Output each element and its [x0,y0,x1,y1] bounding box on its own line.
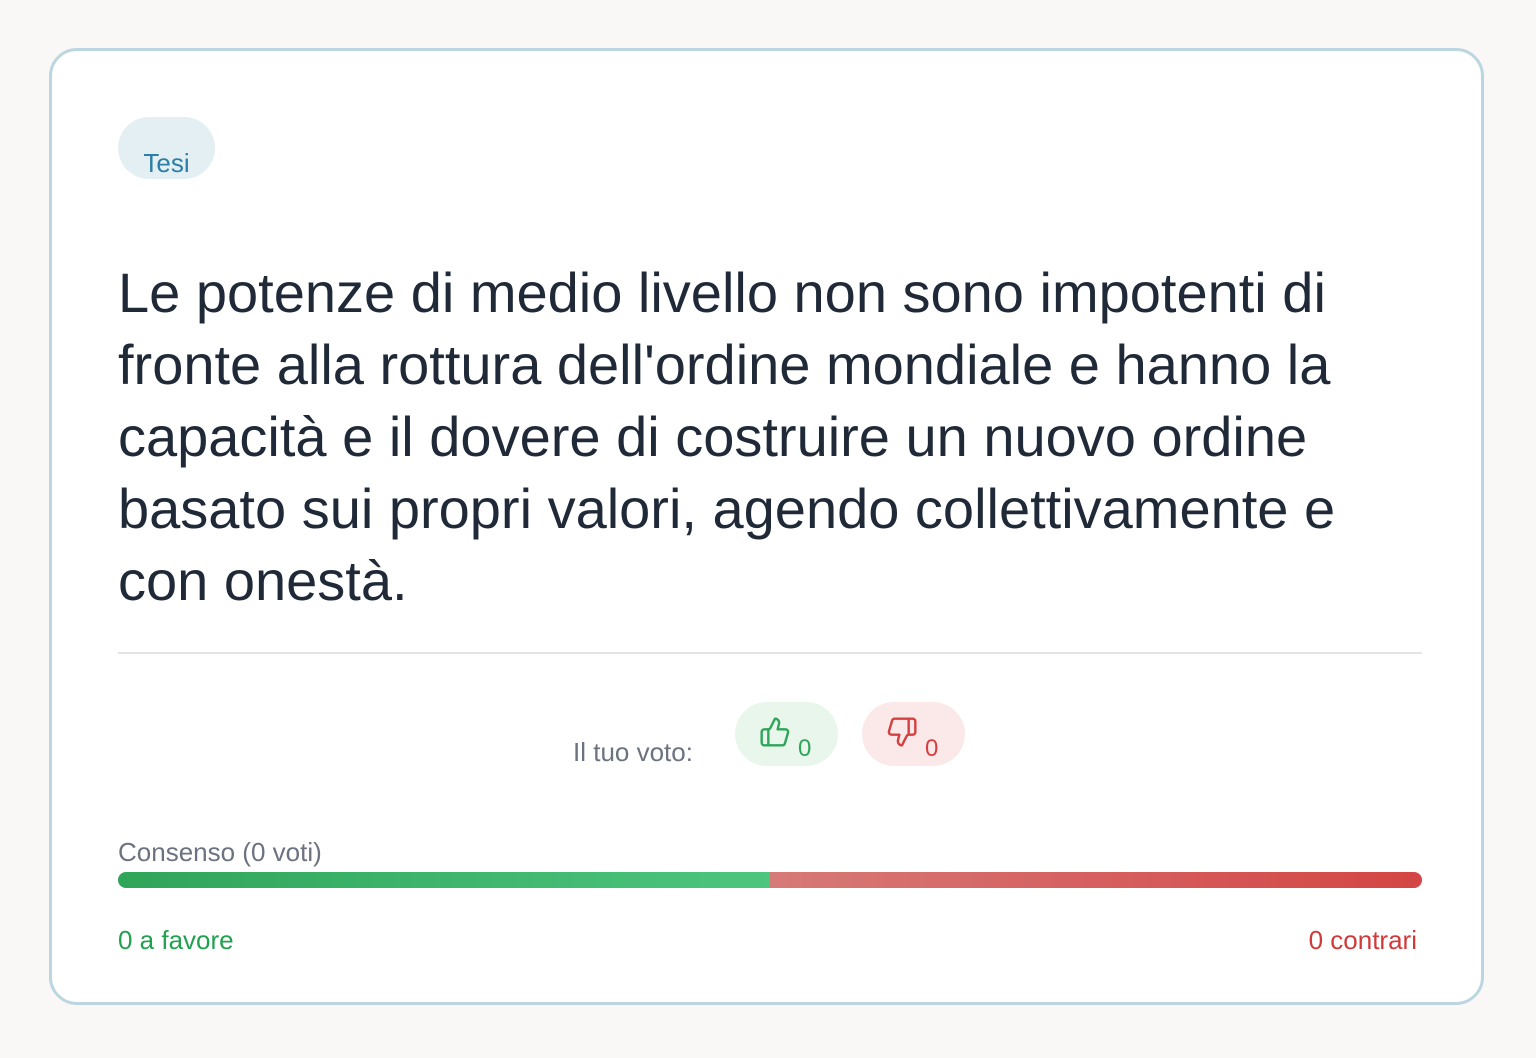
downvote-count: 0 [925,735,939,762]
thumbs-down-icon [887,717,917,747]
consensus-bar [118,872,1422,888]
divider [118,652,1422,654]
upvote-count: 0 [798,735,812,762]
downvote-button[interactable]: 0 [862,702,965,766]
consensus-label: Consenso (0 voti) [118,837,322,867]
consensus-bar-con [770,872,1422,888]
thumbs-up-icon [760,717,790,747]
favor-count: 0 a favore [118,925,234,955]
category-badge: Tesi [118,117,215,179]
consensus-bar-pro [118,872,770,888]
thesis-card: Tesi Le potenze di medio livello non son… [49,48,1484,1005]
upvote-button[interactable]: 0 [735,702,838,766]
thesis-text: Le potenze di medio livello non sono imp… [118,261,1336,612]
vote-label: Il tuo voto: [573,737,693,767]
against-count: 0 contrari [1308,925,1417,955]
